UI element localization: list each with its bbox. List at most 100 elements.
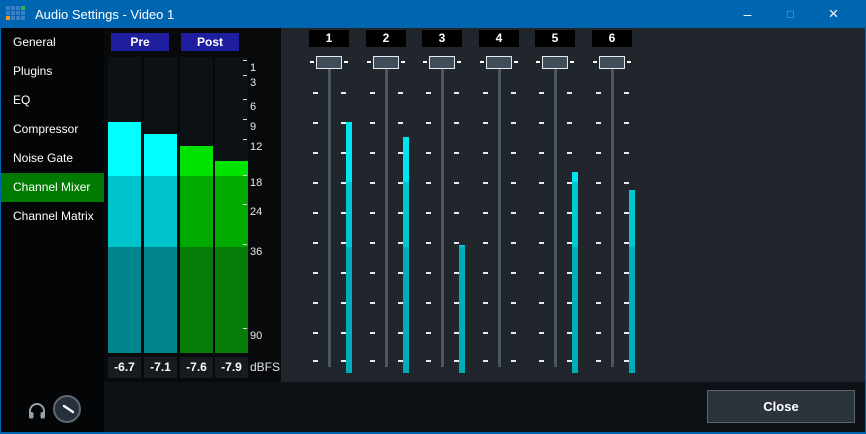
scale-tick bbox=[243, 175, 247, 176]
tick-mark bbox=[539, 212, 544, 214]
monitor-volume-knob[interactable] bbox=[53, 395, 81, 423]
headphones-icon[interactable] bbox=[27, 401, 47, 421]
minimize-button[interactable]: – bbox=[726, 0, 769, 28]
handle-dash bbox=[593, 61, 597, 63]
meter-column-post bbox=[180, 57, 213, 353]
tick-mark bbox=[370, 242, 375, 244]
logo-square bbox=[11, 6, 15, 10]
tick-mark bbox=[313, 302, 318, 304]
scale-tick bbox=[243, 60, 247, 61]
tick-mark bbox=[370, 272, 375, 274]
tick-mark bbox=[511, 152, 516, 154]
tick-mark bbox=[539, 302, 544, 304]
scale-tick bbox=[243, 328, 247, 329]
volume-slider-handle[interactable] bbox=[373, 56, 399, 69]
sidebar-item-noise-gate[interactable]: Noise Gate bbox=[1, 144, 104, 173]
meter-level-bar bbox=[180, 146, 213, 353]
dbfs-label: dBFS bbox=[250, 357, 280, 378]
tick-mark bbox=[483, 302, 488, 304]
tick-mark bbox=[313, 212, 318, 214]
tick-mark bbox=[567, 92, 572, 94]
tick-mark bbox=[596, 332, 601, 334]
post-button[interactable]: Post bbox=[181, 33, 239, 51]
channel-label-5: 5 bbox=[535, 30, 575, 47]
tick-mark bbox=[624, 122, 629, 124]
sidebar-item-eq[interactable]: EQ bbox=[1, 86, 104, 115]
tick-mark bbox=[370, 152, 375, 154]
close-button[interactable]: Close bbox=[707, 390, 855, 423]
tick-mark bbox=[483, 272, 488, 274]
tick-mark bbox=[596, 212, 601, 214]
slider-track[interactable] bbox=[498, 68, 501, 367]
tick-mark bbox=[567, 152, 572, 154]
slider-track[interactable] bbox=[385, 68, 388, 367]
sidebar-item-channel-mixer[interactable]: Channel Mixer bbox=[1, 173, 104, 202]
tick-mark bbox=[454, 152, 459, 154]
meter-level-bar bbox=[108, 122, 141, 353]
meter-column-pre bbox=[108, 57, 141, 353]
titlebar: Audio Settings - Video 1 – □ × bbox=[1, 0, 865, 28]
tick-mark bbox=[370, 182, 375, 184]
tick-mark bbox=[313, 242, 318, 244]
tick-mark bbox=[483, 152, 488, 154]
tick-mark bbox=[426, 272, 431, 274]
tick-mark bbox=[426, 182, 431, 184]
logo-square bbox=[6, 6, 10, 10]
close-window-button[interactable]: × bbox=[812, 0, 855, 28]
tick-mark bbox=[454, 182, 459, 184]
handle-dash bbox=[367, 61, 371, 63]
slider-track[interactable] bbox=[611, 68, 614, 367]
tick-mark bbox=[313, 122, 318, 124]
sidebar-item-compressor[interactable]: Compressor bbox=[1, 115, 104, 144]
slider-track[interactable] bbox=[554, 68, 557, 367]
volume-slider-handle[interactable] bbox=[316, 56, 342, 69]
scale-label: 1 bbox=[250, 61, 256, 75]
sidebar-item-plugins[interactable]: Plugins bbox=[1, 57, 104, 86]
meter-column-pre bbox=[144, 57, 177, 353]
meter-level-bar bbox=[215, 161, 248, 353]
sidebar-item-channel-matrix[interactable]: Channel Matrix bbox=[1, 202, 104, 231]
meter-value: -7.6 bbox=[180, 357, 213, 378]
channel-level-meter bbox=[572, 172, 578, 373]
scale-label: 90 bbox=[250, 329, 262, 343]
meter-value: -6.7 bbox=[108, 357, 141, 378]
scale-tick bbox=[243, 204, 247, 205]
tick-mark bbox=[539, 92, 544, 94]
sidebar-item-general[interactable]: General bbox=[1, 28, 104, 57]
volume-slider-handle[interactable] bbox=[542, 56, 568, 69]
scale-tick bbox=[243, 99, 247, 100]
volume-slider-handle[interactable] bbox=[599, 56, 625, 69]
tick-mark bbox=[483, 242, 488, 244]
tick-mark bbox=[539, 242, 544, 244]
tick-mark bbox=[596, 242, 601, 244]
logo-square bbox=[11, 16, 15, 20]
tick-mark bbox=[313, 92, 318, 94]
meter-value: -7.9 bbox=[215, 357, 248, 378]
scale-tick bbox=[243, 75, 247, 76]
slider-track[interactable] bbox=[328, 68, 331, 367]
scale-label: 36 bbox=[250, 245, 262, 259]
volume-slider-handle[interactable] bbox=[429, 56, 455, 69]
pre-button[interactable]: Pre bbox=[111, 33, 169, 51]
volume-slider-handle[interactable] bbox=[486, 56, 512, 69]
tick-mark bbox=[370, 212, 375, 214]
slider-track[interactable] bbox=[441, 68, 444, 367]
tick-mark bbox=[426, 332, 431, 334]
logo-square bbox=[21, 16, 25, 20]
logo-square bbox=[16, 16, 20, 20]
tick-mark bbox=[341, 92, 346, 94]
tick-mark bbox=[539, 272, 544, 274]
tick-mark bbox=[370, 122, 375, 124]
tick-mark bbox=[624, 92, 629, 94]
tick-mark bbox=[370, 360, 375, 362]
meter-value: -7.1 bbox=[144, 357, 177, 378]
channel-level-meter bbox=[346, 122, 352, 373]
knob-indicator-icon bbox=[55, 397, 79, 421]
tick-mark bbox=[426, 242, 431, 244]
handle-dash bbox=[570, 61, 574, 63]
logo-square bbox=[16, 6, 20, 10]
maximize-button[interactable]: □ bbox=[769, 0, 812, 28]
scale-label: 12 bbox=[250, 140, 262, 154]
bottom-bar: Close bbox=[104, 382, 865, 432]
tick-mark bbox=[454, 242, 459, 244]
